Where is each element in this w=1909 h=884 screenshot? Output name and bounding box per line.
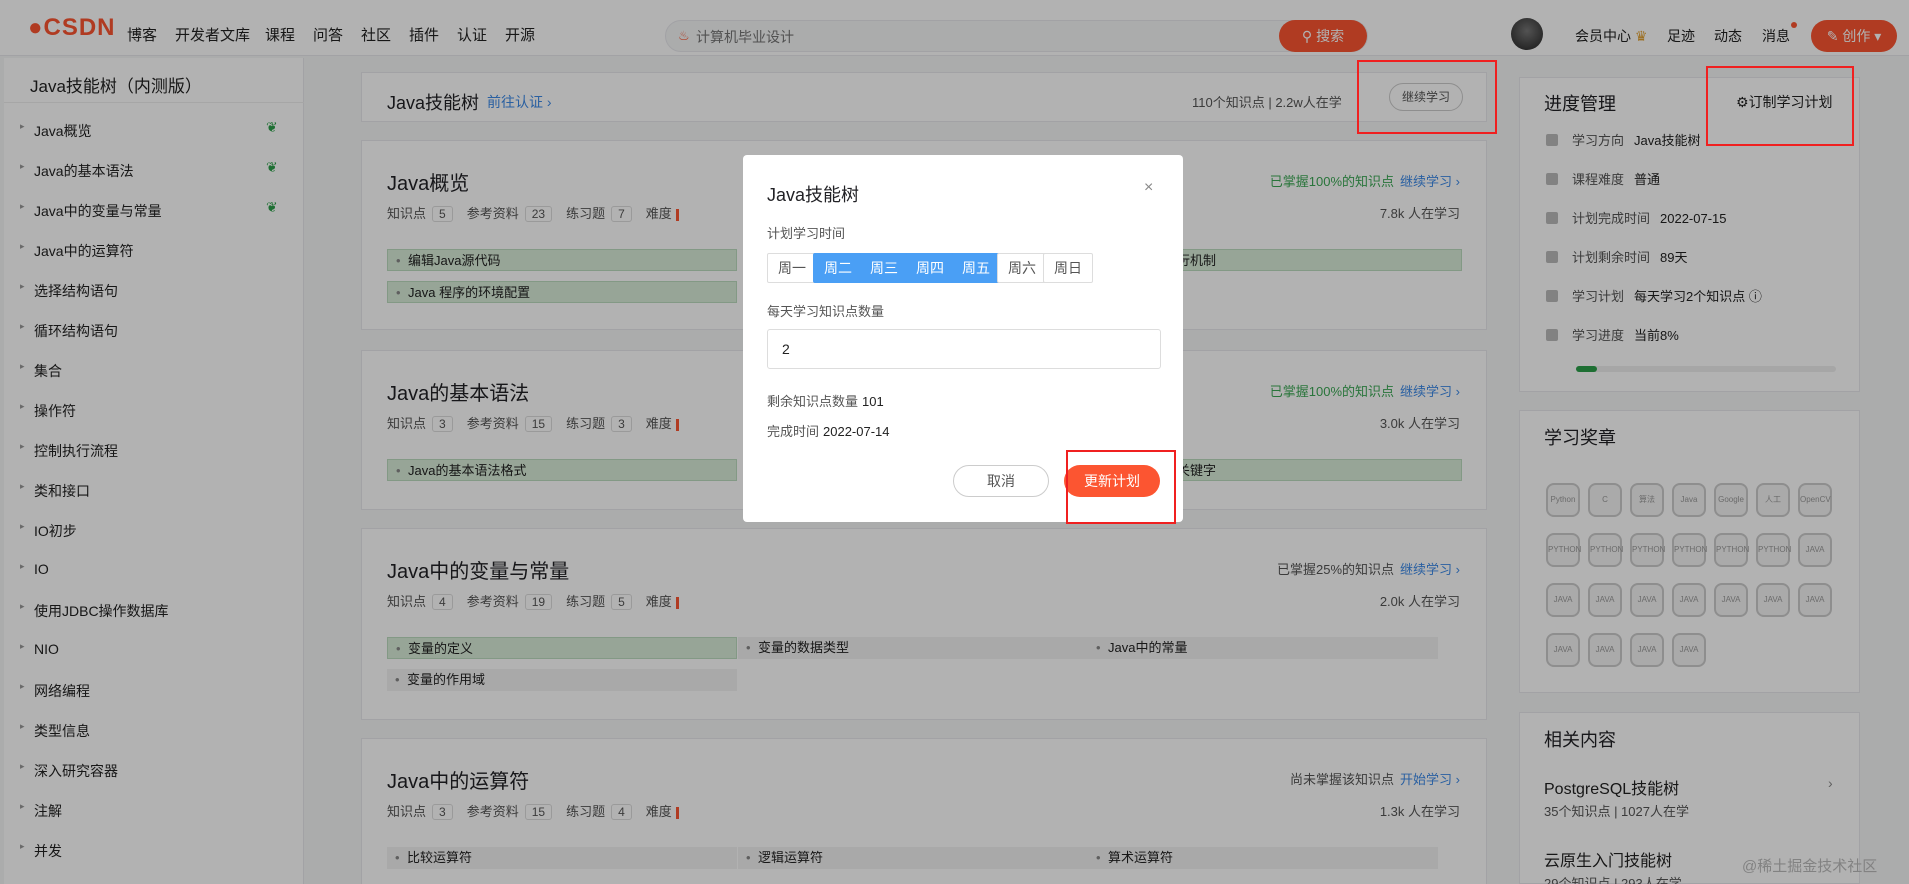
highlight-box: [1706, 66, 1854, 146]
study-time-label: 计划学习时间: [767, 226, 846, 241]
day-toggle[interactable]: 周三: [859, 253, 909, 283]
day-toggle[interactable]: 周五: [951, 253, 1001, 283]
finish-date: 完成时间 2022-07-14: [767, 424, 890, 439]
daily-count-input[interactable]: 2: [767, 329, 1161, 369]
remaining-count: 剩余知识点数量 101: [767, 394, 884, 409]
dialog-title: Java技能树: [767, 185, 860, 205]
highlight-box: [1357, 60, 1497, 134]
day-toggle[interactable]: 周日: [1043, 253, 1093, 283]
daily-count-label: 每天学习知识点数量: [767, 304, 885, 319]
highlight-box: [1066, 450, 1176, 524]
day-toggle[interactable]: 周四: [905, 253, 955, 283]
close-icon[interactable]: ×: [1144, 179, 1153, 197]
cancel-button[interactable]: 取消: [953, 465, 1049, 497]
day-toggle[interactable]: 周六: [997, 253, 1047, 283]
day-toggle[interactable]: 周一: [767, 253, 817, 283]
day-toggle[interactable]: 周二: [813, 253, 863, 283]
